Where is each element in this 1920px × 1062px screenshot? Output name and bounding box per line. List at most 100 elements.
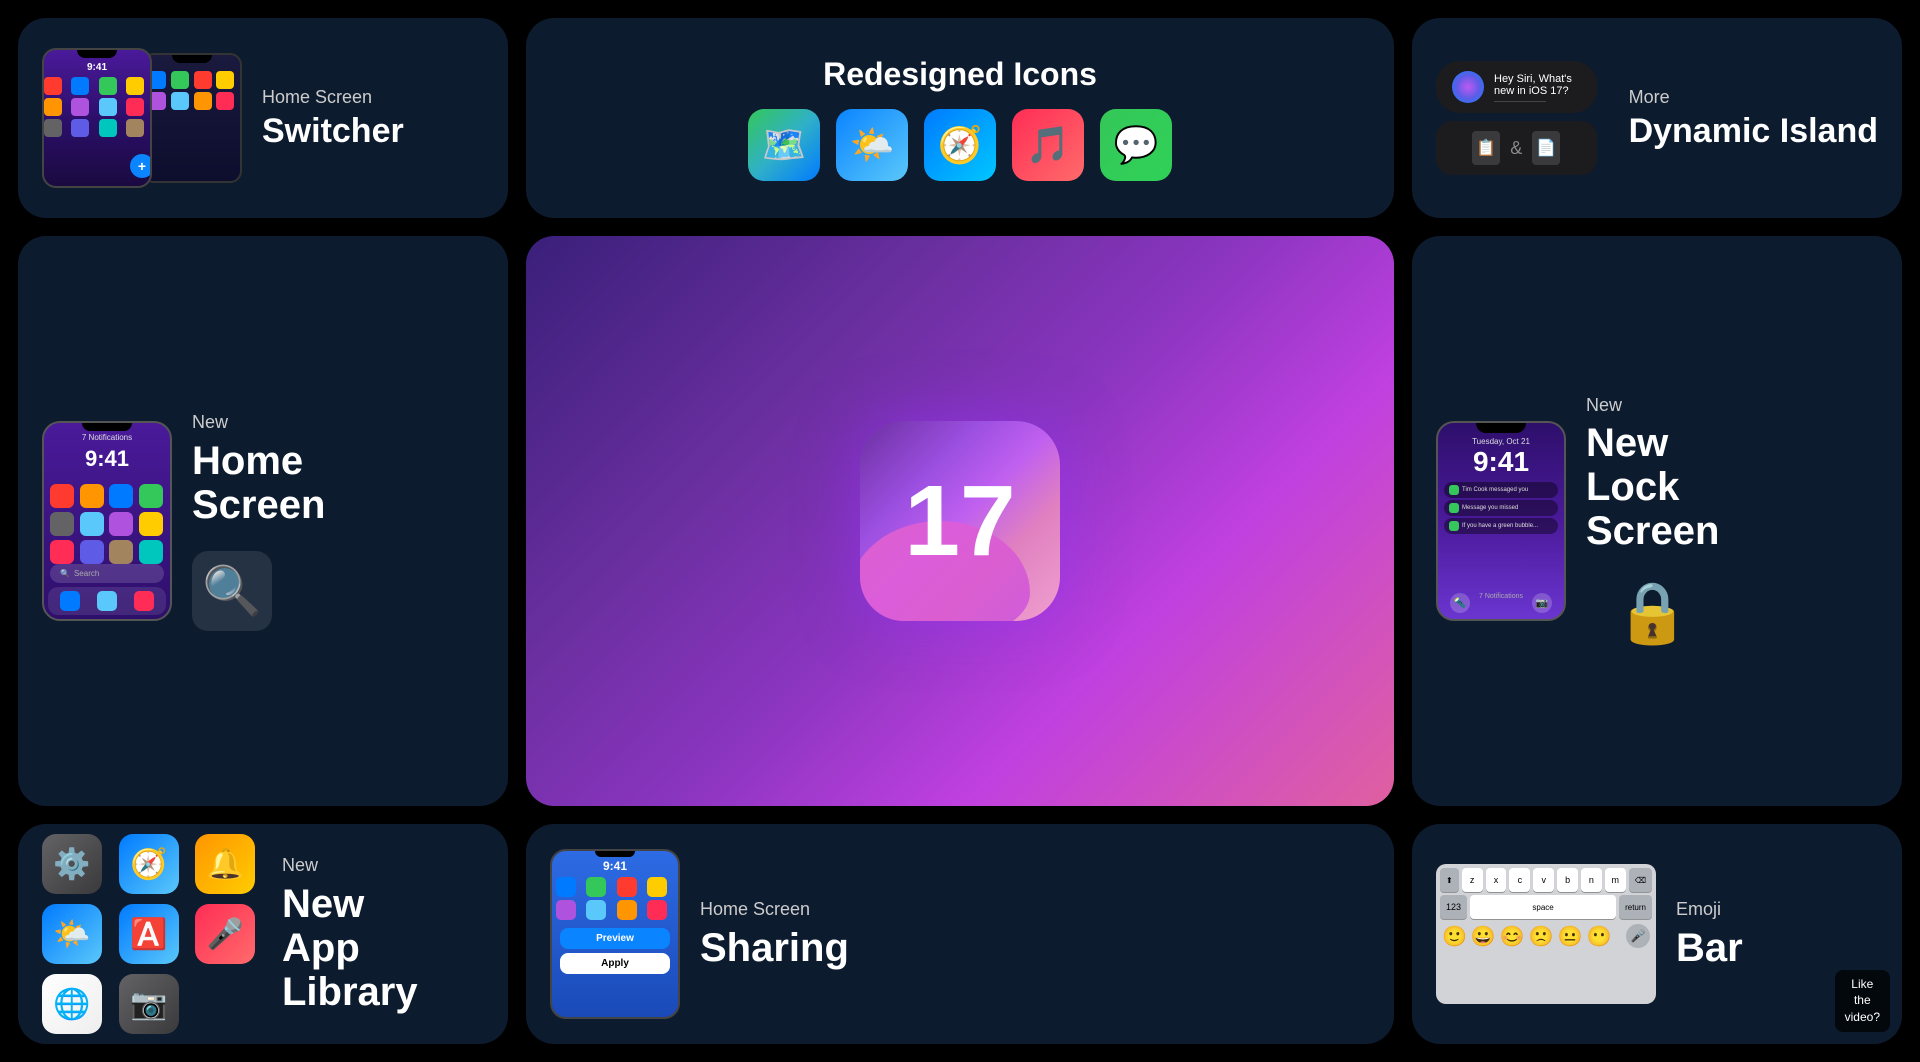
di-siri-pill: Hey Siri, What's new in iOS 17? [1436, 61, 1597, 113]
di-copy-icon: 📄 [1532, 131, 1560, 165]
kb-mic-key[interactable]: 🎤 [1626, 924, 1650, 948]
lock-screen-title: NewLockScreen [1586, 421, 1719, 553]
hs-app [50, 484, 74, 508]
phone-right [142, 53, 242, 183]
hs-app [139, 512, 163, 536]
kb-key-x[interactable]: x [1486, 868, 1507, 892]
home-sharing-title: Sharing [700, 926, 849, 970]
hs-app [50, 540, 74, 564]
ios17-app-icon: 17 [860, 421, 1060, 621]
app-icon-mini [216, 92, 234, 110]
home-screen-phone: 7 Notifications 9:41 🔍 Search [42, 421, 172, 621]
sh-app [556, 900, 576, 920]
di-siri-query: Hey Siri, What's new in iOS 17? [1494, 73, 1581, 97]
ls-notif-count: 7 Notifications [1479, 593, 1523, 613]
app-icon-mini [194, 92, 212, 110]
phone-notch-right [172, 55, 212, 63]
app-icon-mini [99, 98, 117, 116]
new-home-screen-label: New [192, 411, 325, 434]
search-icon-large: 🔍 [202, 562, 262, 619]
di-clipboard-row: 📋 & 📄 [1436, 121, 1597, 175]
kb-delete-key[interactable]: ⌫ [1629, 868, 1652, 892]
card-ios17-hero: 17 [526, 236, 1394, 806]
hs-apps-grid [44, 480, 170, 568]
kb-key-m[interactable]: m [1605, 868, 1626, 892]
like-badge: Likethevideo? [1835, 970, 1890, 1032]
emoji-smiley-face: 🙂 [1442, 924, 1467, 949]
kb-row1: ⬆ z x c v b n m ⌫ [1440, 868, 1652, 892]
sh-app [647, 877, 667, 897]
sh-app [617, 900, 637, 920]
hs-app [80, 540, 104, 564]
switcher-title: Switcher [262, 113, 404, 150]
lock-screen-text: New NewLockScreen 🔒 [1586, 394, 1719, 648]
lock-icon-container: 🔒 [1586, 577, 1719, 648]
kb-space-key[interactable]: space [1470, 895, 1616, 919]
sharing-apply-btn[interactable]: Apply [560, 953, 670, 974]
phone-notch-left [77, 50, 117, 58]
kb-key-z[interactable]: z [1462, 868, 1483, 892]
kb-key-n[interactable]: n [1581, 868, 1602, 892]
ls-flashlight-btn: 🔦 [1450, 593, 1470, 613]
emoji-grinning: 😀 [1471, 924, 1496, 949]
hs-app [109, 540, 133, 564]
new-home-screen-title: HomeScreen [192, 439, 325, 527]
dynamic-island-title: Dynamic Island [1629, 113, 1878, 150]
kb-number-key[interactable]: 123 [1440, 895, 1467, 919]
card-redesigned-icons: Redesigned Icons 🗺️ 🌤️ 🧭 🎵 💬 [526, 18, 1394, 218]
card-emoji-bar: ⬆ z x c v b n m ⌫ 123 space return 🙂 😀 😊 [1412, 824, 1902, 1044]
sharing-notch [595, 851, 635, 857]
dynamic-island-text: More Dynamic Island [1629, 86, 1878, 151]
app-icon-mini [216, 71, 234, 89]
kb-key-b[interactable]: b [1557, 868, 1578, 892]
app-icon-mini [71, 119, 89, 137]
sharing-phone: 9:41 Preview Apply [550, 849, 680, 1019]
sharing-preview-btn[interactable]: Preview [560, 928, 670, 949]
hs-notification-text: 7 Notifications [44, 433, 170, 442]
lock-screen-phone: Tuesday, Oct 21 9:41 Tim Cook messaged y… [1436, 421, 1566, 621]
al-safari-icon: 🧭 [119, 834, 179, 894]
hs-dock [48, 587, 166, 615]
app-icon-mini [126, 98, 144, 116]
card-home-sharing: 9:41 Preview Apply Home Screen Sharing [526, 824, 1394, 1044]
app-icon-mini [171, 71, 189, 89]
al-camera-icon: 📷 [119, 974, 179, 1034]
dock-app-messages [60, 591, 80, 611]
emoji-bar-title: Bar [1676, 926, 1743, 970]
kb-return-key[interactable]: return [1619, 895, 1652, 919]
main-grid: 9:41 + [0, 0, 1920, 1062]
emoji-no-mouth: 😶 [1587, 924, 1612, 949]
ls-notch [1476, 423, 1526, 433]
like-badge-text: Likethevideo? [1845, 977, 1880, 1025]
app-icon-mini [171, 92, 189, 110]
app-library-grid: ⚙️ 🧭 🔔 🌤️ 🅰️ 🎤 🌐 📷 [42, 834, 262, 1034]
app-icon-mini [44, 98, 62, 116]
ls-notif-item: If you have a green bubble... [1444, 518, 1558, 534]
sharing-home-grid [552, 873, 678, 924]
switcher-phones-visual: 9:41 + [42, 43, 242, 193]
new-home-screen-text: New HomeScreen 🔍 [192, 411, 325, 630]
app-icon-mini [44, 119, 62, 137]
card-new-lock-screen: Tuesday, Oct 21 9:41 Tim Cook messaged y… [1412, 236, 1902, 806]
app-icon-mini [126, 119, 144, 137]
siri-icon [1452, 71, 1484, 103]
dock-app-maps [97, 591, 117, 611]
icons-row: 🗺️ 🌤️ 🧭 🎵 💬 [748, 109, 1172, 181]
di-siri-text: Hey Siri, What's new in iOS 17? [1494, 73, 1581, 102]
al-weather-icon: 🌤️ [42, 904, 102, 964]
app-icon-mini [71, 77, 89, 95]
app-grid-right [148, 71, 236, 110]
card-home-switcher: 9:41 + [18, 18, 508, 218]
app-icon-mini [44, 77, 62, 95]
maps-icon: 🗺️ [748, 109, 820, 181]
kb-key-v[interactable]: v [1533, 868, 1554, 892]
weather-icon: 🌤️ [836, 109, 908, 181]
ios17-number: 17 [904, 464, 1015, 579]
kb-key-c[interactable]: c [1509, 868, 1530, 892]
emoji-bar-text: Emoji Bar [1676, 898, 1743, 969]
dynamic-island-label: More [1629, 86, 1878, 109]
app-grid-left [44, 77, 150, 137]
emoji-slightly-frowning: 🙁 [1529, 924, 1554, 949]
hs-app [139, 540, 163, 564]
messages-icon: 💬 [1100, 109, 1172, 181]
